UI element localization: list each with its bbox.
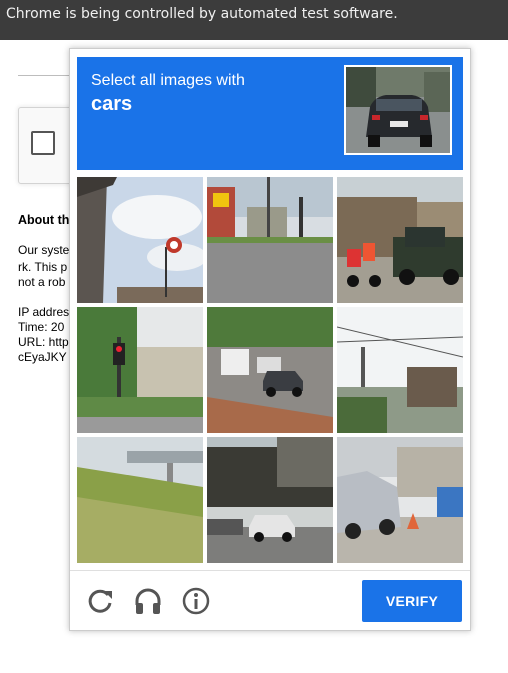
about-heading: About th xyxy=(18,213,70,227)
automation-infobar: Chrome is being controlled by automated … xyxy=(0,0,508,40)
headphones-icon[interactable] xyxy=(132,585,164,617)
recaptcha-checkbox[interactable] xyxy=(31,131,55,155)
captcha-instructions: Select all images with cars xyxy=(77,57,463,170)
image-tile-5[interactable] xyxy=(207,307,333,433)
instruction-text: Select all images with xyxy=(91,72,245,89)
image-tile-3[interactable] xyxy=(337,177,463,303)
about-line: Time: 20 xyxy=(18,320,65,334)
image-tile-7[interactable] xyxy=(77,437,203,563)
about-line: Our syste xyxy=(18,243,70,257)
image-tile-6[interactable] xyxy=(337,307,463,433)
about-line: rk. This p xyxy=(18,260,68,274)
about-line: cEyaJKY xyxy=(18,350,67,364)
sample-car-image xyxy=(344,65,452,155)
about-line: not a rob xyxy=(18,275,66,289)
image-tile-2[interactable] xyxy=(207,177,333,303)
info-icon[interactable] xyxy=(180,585,212,617)
image-tile-1[interactable] xyxy=(77,177,203,303)
reload-icon[interactable] xyxy=(84,585,116,617)
image-tile-8[interactable] xyxy=(207,437,333,563)
instruction-target: cars xyxy=(91,93,133,115)
about-line: URL: http xyxy=(18,335,69,349)
image-tile-4[interactable] xyxy=(77,307,203,433)
image-tile-9[interactable] xyxy=(337,437,463,563)
about-line: IP addres xyxy=(18,305,70,319)
footer-divider xyxy=(70,570,470,571)
verify-button[interactable]: VERIFY xyxy=(362,580,462,622)
infobar-text: Chrome is being controlled by automated … xyxy=(6,6,398,22)
